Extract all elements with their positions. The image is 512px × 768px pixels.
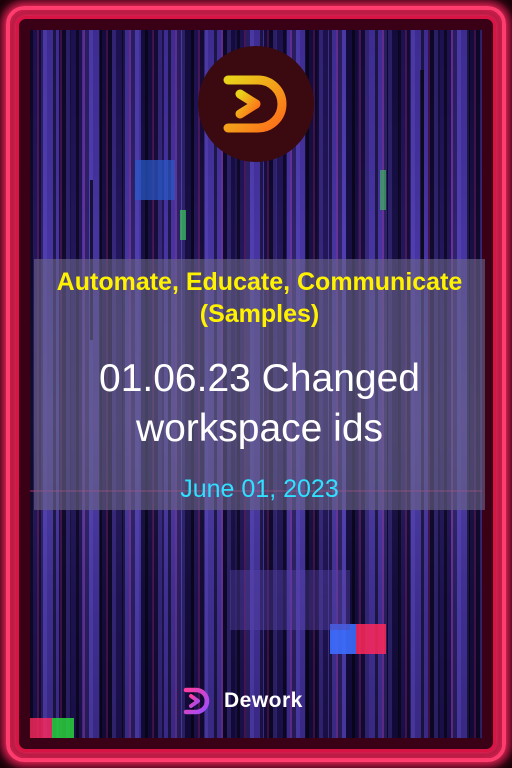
glitch-block: [420, 70, 424, 290]
glitch-block: [230, 570, 350, 630]
glitch-block: [52, 718, 74, 738]
glitch-block: [180, 210, 186, 240]
dework-logo-badge: [198, 46, 314, 162]
glitch-block: [380, 170, 386, 210]
card-title: 01.06.23 Changed workspace ids: [99, 357, 420, 450]
dework-logo-icon: [183, 687, 210, 715]
brand-name: Dework: [224, 689, 303, 712]
card-date: June 01, 2023: [180, 475, 339, 503]
dework-logo-icon: [223, 75, 287, 133]
tagline: Automate, Educate, Communicate (Samples): [56, 268, 463, 328]
nft-card: Automate, Educate, Communicate (Samples)…: [0, 0, 512, 768]
glitch-block: [30, 718, 52, 738]
glitch-block: [135, 160, 175, 200]
brand-footer: Dework: [180, 683, 303, 719]
glitch-block: [356, 624, 386, 654]
